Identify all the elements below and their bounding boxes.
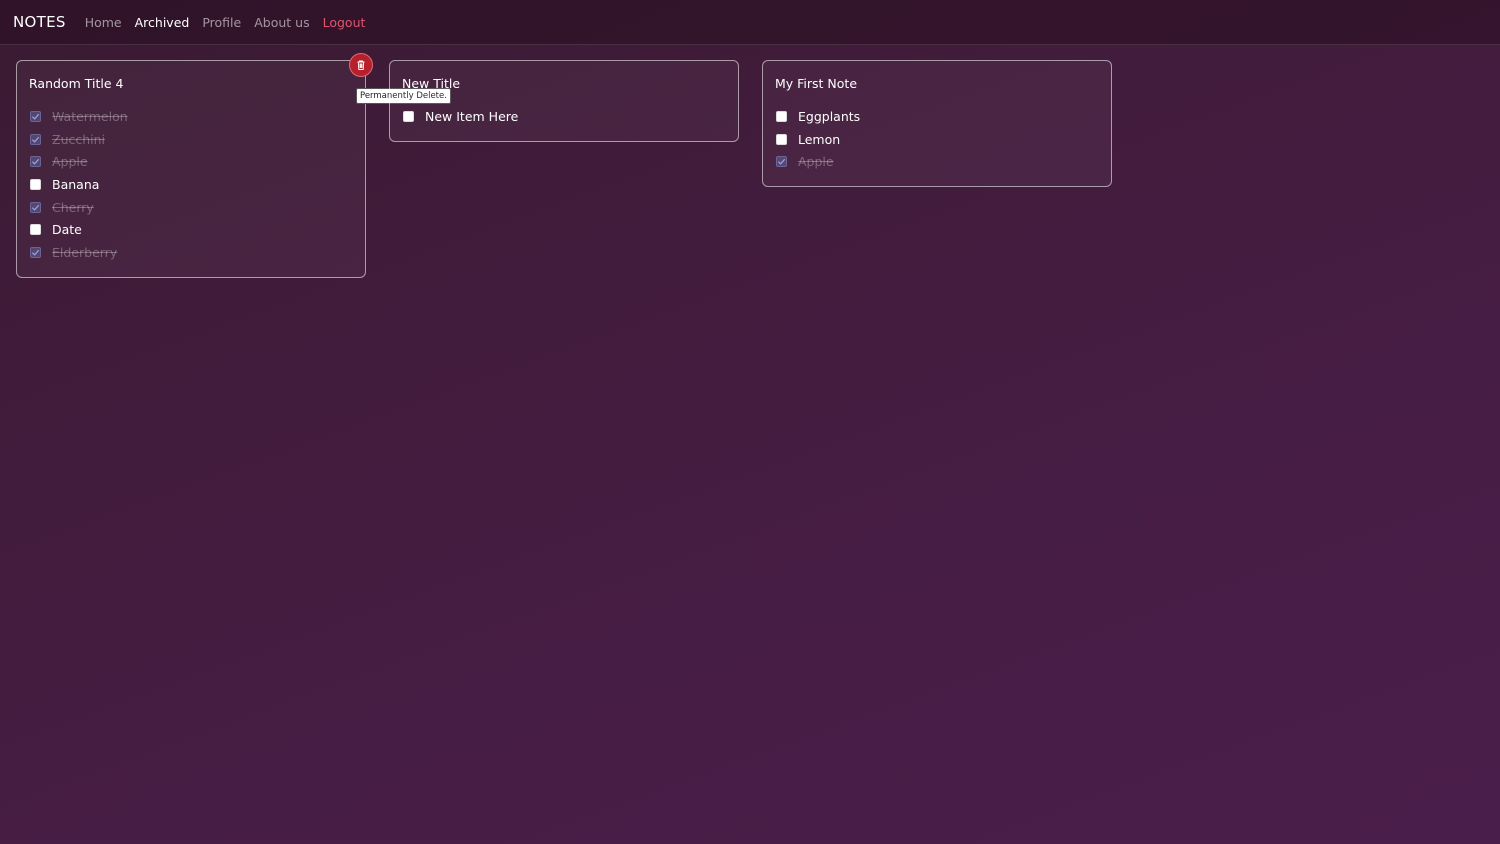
item-label: New Item Here bbox=[425, 108, 519, 124]
note-item: Apple bbox=[29, 150, 353, 173]
note-item: Apple bbox=[775, 150, 1099, 173]
item-checkbox[interactable] bbox=[30, 224, 41, 236]
navbar: NOTES Home Archived Profile About us Log… bbox=[0, 0, 1500, 45]
item-checkbox[interactable] bbox=[30, 110, 41, 122]
note-title: My First Note bbox=[775, 76, 858, 91]
item-checkbox[interactable] bbox=[30, 156, 41, 168]
item-checkbox[interactable] bbox=[30, 178, 41, 190]
item-checkbox[interactable] bbox=[30, 133, 41, 145]
item-label: Eggplants bbox=[798, 108, 861, 124]
item-checkbox[interactable] bbox=[776, 133, 787, 145]
note-item: Cherry bbox=[29, 196, 353, 219]
brand-logo[interactable]: NOTES bbox=[13, 13, 66, 31]
note-item: Date bbox=[29, 218, 353, 241]
item-checkbox[interactable] bbox=[403, 110, 414, 122]
item-label: Apple bbox=[52, 154, 88, 170]
nav-archived[interactable]: Archived bbox=[135, 15, 190, 30]
item-label: Cherry bbox=[52, 199, 94, 215]
nav-profile[interactable]: Profile bbox=[202, 15, 241, 30]
note-item: Watermelon bbox=[29, 105, 353, 128]
trash-icon bbox=[355, 56, 367, 75]
note-title: New Title bbox=[402, 76, 461, 91]
item-checkbox[interactable] bbox=[776, 156, 787, 168]
item-checkbox[interactable] bbox=[776, 110, 787, 122]
nav-logout[interactable]: Logout bbox=[323, 15, 366, 30]
item-label: Lemon bbox=[798, 131, 841, 147]
note-item: Zucchini bbox=[29, 128, 353, 151]
note-card[interactable]: Random Title 4 Watermelon Zucchini Apple… bbox=[16, 60, 366, 278]
note-item: Lemon bbox=[775, 128, 1099, 151]
note-item: Elderberry bbox=[29, 241, 353, 264]
note-item: New Item Here bbox=[402, 105, 726, 128]
item-checkbox[interactable] bbox=[30, 246, 41, 258]
note-card[interactable]: New Title New Item Here bbox=[389, 60, 739, 142]
item-label: Elderberry bbox=[52, 244, 118, 260]
item-label: Date bbox=[52, 222, 82, 238]
note-item: Eggplants bbox=[775, 105, 1099, 128]
note-item: Banana bbox=[29, 173, 353, 196]
item-checkbox[interactable] bbox=[30, 201, 41, 213]
note-title: Random Title 4 bbox=[29, 76, 124, 91]
item-label: Watermelon bbox=[52, 108, 128, 124]
item-label: Apple bbox=[798, 154, 834, 170]
nav-home[interactable]: Home bbox=[85, 15, 122, 30]
item-label: Zucchini bbox=[52, 131, 106, 147]
delete-button[interactable] bbox=[349, 53, 373, 77]
nav-about-us[interactable]: About us bbox=[254, 15, 309, 30]
note-card[interactable]: My First Note Eggplants Lemon Apple bbox=[762, 60, 1112, 187]
item-label: Banana bbox=[52, 176, 100, 192]
